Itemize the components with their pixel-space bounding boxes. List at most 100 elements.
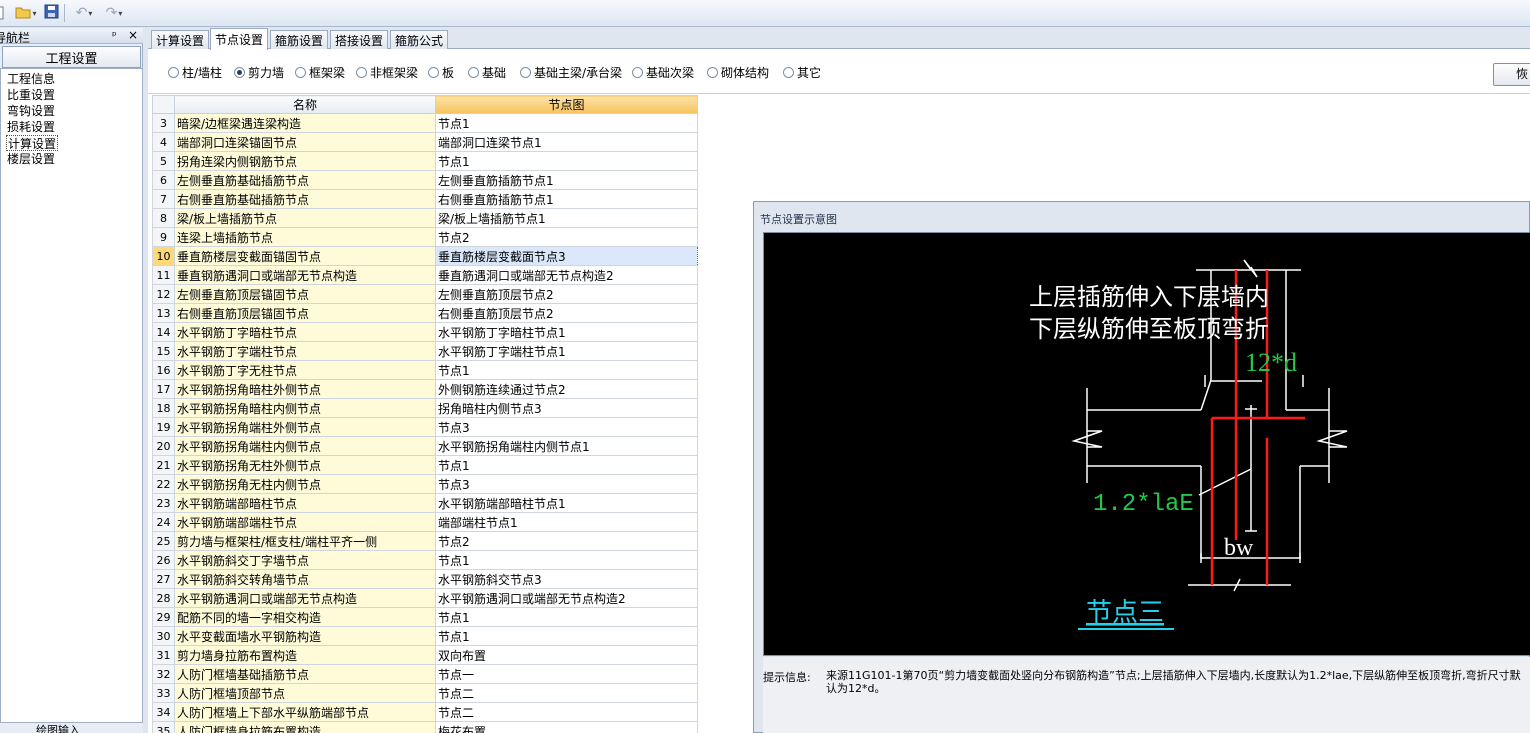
- node-diagram-cell[interactable]: 节点1: [435, 607, 698, 627]
- table-row[interactable]: 33 人防门框墙顶部节点 节点二: [152, 683, 698, 703]
- radio-other[interactable]: 其它: [783, 64, 821, 81]
- table-row[interactable]: 6 左侧垂直筋基础插筋节点 左侧垂直筋插筋节点1: [152, 170, 698, 190]
- table-row[interactable]: 25 剪力墙与框架柱/框支柱/端柱平齐一侧 节点2: [152, 531, 698, 551]
- undo-button[interactable]: ↶ ▾: [70, 3, 98, 23]
- node-diagram-cell[interactable]: 外侧钢筋连续通过节点2: [435, 379, 698, 399]
- table-row[interactable]: 14 水平钢筋丁字暗柱节点 水平钢筋丁字暗柱节点1: [152, 322, 698, 342]
- table-row[interactable]: 29 配筋不同的墙一字相交构造 节点1: [152, 607, 698, 627]
- nav-item-loss[interactable]: 损耗设置: [6, 119, 56, 135]
- node-diagram-cell[interactable]: 端部端柱节点1: [435, 512, 698, 532]
- pin-icon[interactable]: ᵖ: [112, 29, 117, 42]
- node-diagram-cell[interactable]: 水平钢筋丁字端柱节点1: [435, 341, 698, 361]
- tab-node-settings[interactable]: 节点设置: [210, 28, 268, 50]
- table-row[interactable]: 27 水平钢筋斜交转角墙节点 水平钢筋斜交节点3: [152, 569, 698, 589]
- save-button[interactable]: [43, 3, 60, 23]
- radio-slab[interactable]: 板: [428, 64, 454, 81]
- table-row[interactable]: 32 人防门框墙基础插筋节点 节点一: [152, 664, 698, 684]
- node-diagram-cell[interactable]: 拐角暗柱内侧节点3: [435, 398, 698, 418]
- table-row[interactable]: 7 右侧垂直筋基础插筋节点 右侧垂直筋插筋节点1: [152, 189, 698, 209]
- close-icon[interactable]: ×: [128, 28, 138, 42]
- tab-stirrup-formula[interactable]: 箍筋公式: [390, 30, 448, 49]
- tab-stirrup-settings[interactable]: 箍筋设置: [270, 30, 328, 49]
- node-diagram-cell[interactable]: 右侧垂直筋顶层节点2: [435, 303, 698, 323]
- table-row[interactable]: 9 连梁上墙插筋节点 节点2: [152, 227, 698, 247]
- radio-foundation-secondary-beam[interactable]: 基础次梁: [632, 64, 694, 81]
- node-diagram-cell[interactable]: 节点1: [435, 550, 698, 570]
- node-diagram-cell[interactable]: 垂直筋遇洞口或端部无节点构造2: [435, 265, 698, 285]
- table-row[interactable]: 15 水平钢筋丁字端柱节点 水平钢筋丁字端柱节点1: [152, 341, 698, 361]
- node-diagram-cell[interactable]: 水平钢筋斜交节点3: [435, 569, 698, 589]
- node-diagram-cell[interactable]: 双向布置: [435, 645, 698, 665]
- radio-foundation-main-beam[interactable]: 基础主梁/承台梁: [520, 64, 622, 81]
- node-diagram-cell[interactable]: 节点1: [435, 626, 698, 646]
- restore-default-button[interactable]: 恢: [1493, 63, 1530, 86]
- table-row[interactable]: 35 人防门框墙身拉筋布置构造 梅花布置: [152, 721, 698, 733]
- node-diagram-cell[interactable]: 垂直筋楼层变截面节点3: [435, 246, 698, 266]
- node-diagram-cell[interactable]: 节点3: [435, 417, 698, 437]
- radio-non-frame-beam[interactable]: 非框架梁: [356, 64, 418, 81]
- table-row[interactable]: 12 左侧垂直筋顶层锚固节点 左侧垂直筋顶层节点2: [152, 284, 698, 304]
- node-diagram-cell[interactable]: 节点2: [435, 227, 698, 247]
- table-row[interactable]: 31 剪力墙身拉筋布置构造 双向布置: [152, 645, 698, 665]
- table-row[interactable]: 11 垂直钢筋遇洞口或端部无节点构造 垂直筋遇洞口或端部无节点构造2: [152, 265, 698, 285]
- node-diagram-cell[interactable]: 节点3: [435, 474, 698, 494]
- table-row[interactable]: 20 水平钢筋拐角端柱内侧节点 水平钢筋拐角端柱内侧节点1: [152, 436, 698, 456]
- table-row[interactable]: 21 水平钢筋拐角无柱外侧节点 节点1: [152, 455, 698, 475]
- table-row[interactable]: 30 水平变截面墙水平钢筋构造 节点1: [152, 626, 698, 646]
- new-file-icon[interactable]: [0, 3, 6, 23]
- node-diagram-cell[interactable]: 右侧垂直筋插筋节点1: [435, 189, 698, 209]
- column-header-name[interactable]: 名称: [174, 95, 436, 114]
- radio-shear-wall[interactable]: 剪力墙: [234, 64, 284, 81]
- node-diagram-cell[interactable]: 梅花布置: [435, 721, 698, 733]
- node-diagram-cell[interactable]: 节点1: [435, 113, 698, 133]
- tab-lap-settings[interactable]: 搭接设置: [330, 30, 388, 49]
- node-diagram-cell[interactable]: 端部洞口连梁节点1: [435, 132, 698, 152]
- redo-button[interactable]: ↷ ▾: [100, 3, 128, 23]
- table-row[interactable]: 4 端部洞口连梁锚固节点 端部洞口连梁节点1: [152, 132, 698, 152]
- tab-calc-settings[interactable]: 计算设置: [151, 30, 209, 49]
- table-row[interactable]: 28 水平钢筋遇洞口或端部无节点构造 水平钢筋遇洞口或端部无节点构造2: [152, 588, 698, 608]
- project-settings-button[interactable]: 工程设置: [2, 46, 141, 68]
- node-diagram-cell[interactable]: 节点二: [435, 702, 698, 722]
- node-diagram-cell[interactable]: 节点1: [435, 360, 698, 380]
- table-row[interactable]: 24 水平钢筋端部端柱节点 端部端柱节点1: [152, 512, 698, 532]
- nav-item-density[interactable]: 比重设置: [6, 87, 56, 103]
- nav-item-hook[interactable]: 弯钩设置: [6, 103, 56, 119]
- nav-item-floor[interactable]: 楼层设置: [6, 151, 56, 167]
- table-row[interactable]: 5 拐角连梁内侧钢筋节点 节点1: [152, 151, 698, 171]
- radio-column[interactable]: 柱/墙柱: [168, 64, 222, 81]
- node-diagram-cell[interactable]: 节点1: [435, 455, 698, 475]
- table-row[interactable]: 18 水平钢筋拐角暗柱内侧节点 拐角暗柱内侧节点3: [152, 398, 698, 418]
- node-diagram-cell[interactable]: 水平钢筋遇洞口或端部无节点构造2: [435, 588, 698, 608]
- radio-masonry[interactable]: 砌体结构: [707, 64, 769, 81]
- table-row[interactable]: 17 水平钢筋拐角暗柱外侧节点 外侧钢筋连续通过节点2: [152, 379, 698, 399]
- table-row[interactable]: 34 人防门框墙上下部水平纵筋端部节点 节点二: [152, 702, 698, 722]
- node-diagram-cell[interactable]: 水平钢筋丁字暗柱节点1: [435, 322, 698, 342]
- node-diagram-cell[interactable]: 节点1: [435, 151, 698, 171]
- radio-foundation[interactable]: 基础: [468, 64, 506, 81]
- node-diagram-cell[interactable]: 节点一: [435, 664, 698, 684]
- table-row[interactable]: 19 水平钢筋拐角端柱外侧节点 节点3: [152, 417, 698, 437]
- table-row[interactable]: 26 水平钢筋斜交丁字墙节点 节点1: [152, 550, 698, 570]
- table-row[interactable]: 22 水平钢筋拐角无柱内侧节点 节点3: [152, 474, 698, 494]
- node-diagram-cell[interactable]: 梁/板上墙插筋节点1: [435, 208, 698, 228]
- column-header-diagram[interactable]: 节点图: [435, 95, 698, 114]
- table-row[interactable]: 10 垂直筋楼层变截面锚固节点 垂直筋楼层变截面节点3: [152, 246, 698, 266]
- node-diagram-cell[interactable]: 左侧垂直筋插筋节点1: [435, 170, 698, 190]
- node-diagram-cell[interactable]: 节点二: [435, 683, 698, 703]
- node-diagram-cell[interactable]: 节点2: [435, 531, 698, 551]
- table-row[interactable]: 3 暗梁/边框梁遇连梁构造 节点1: [152, 113, 698, 133]
- nav-item-calc-settings[interactable]: 计算设置: [6, 135, 59, 151]
- node-diagram-cell[interactable]: 水平钢筋端部暗柱节点1: [435, 493, 698, 513]
- node-diagram-cell[interactable]: 左侧垂直筋顶层节点2: [435, 284, 698, 304]
- node-diagram-cell[interactable]: 水平钢筋拐角端柱内侧节点1: [435, 436, 698, 456]
- radio-frame-beam[interactable]: 框架梁: [295, 64, 345, 81]
- nav-bottom-label[interactable]: 绘图输入: [36, 723, 80, 733]
- table-row[interactable]: 23 水平钢筋端部暗柱节点 水平钢筋端部暗柱节点1: [152, 493, 698, 513]
- table-row[interactable]: 8 梁/板上墙插筋节点 梁/板上墙插筋节点1: [152, 208, 698, 228]
- diagram-note-line1: 上层插筋伸入下层墙内: [1029, 283, 1269, 311]
- table-row[interactable]: 16 水平钢筋丁字无柱节点 节点1: [152, 360, 698, 380]
- nav-item-project-info[interactable]: 工程信息: [6, 71, 56, 87]
- table-row[interactable]: 13 右侧垂直筋顶层锚固节点 右侧垂直筋顶层节点2: [152, 303, 698, 323]
- open-button[interactable]: ▾: [10, 3, 42, 23]
